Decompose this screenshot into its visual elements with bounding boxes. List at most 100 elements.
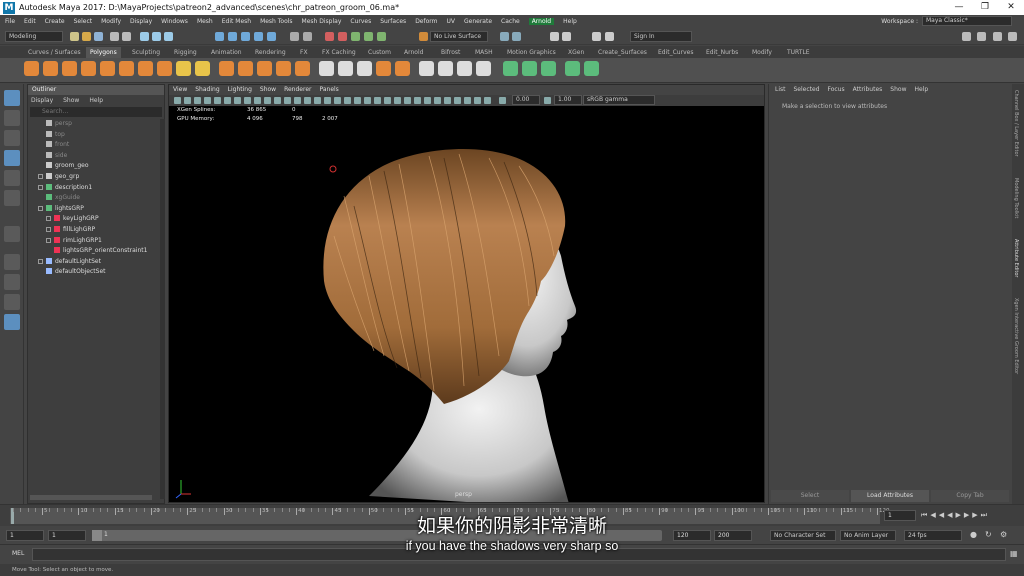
attr-menu-focus[interactable]: Focus <box>828 84 845 95</box>
ambient-occlusion-icon[interactable] <box>354 97 361 104</box>
outliner-scrollbar[interactable] <box>160 119 165 499</box>
poly-disc-icon[interactable] <box>138 61 153 76</box>
expand-icon[interactable] <box>38 205 43 211</box>
attr-menu-help[interactable]: Help <box>914 84 928 95</box>
menu-edit[interactable]: Edit <box>24 18 36 25</box>
resolution-gate-icon[interactable] <box>234 97 241 104</box>
outliner-item[interactable]: xgGuide <box>46 193 80 203</box>
outliner-item[interactable]: lightsGRP <box>38 204 84 214</box>
redo-icon[interactable] <box>122 32 131 41</box>
scale-tool-icon[interactable] <box>4 190 20 206</box>
isolate-select-icon[interactable] <box>394 97 401 104</box>
select-camera-icon[interactable] <box>174 97 181 104</box>
poly-platonic-icon[interactable] <box>157 61 172 76</box>
side-tab-attribute-editor[interactable]: Attribute Editor <box>1013 239 1019 277</box>
shelf-tab-edit-curves[interactable]: Edit_Curves <box>654 47 697 58</box>
combine-icon[interactable] <box>219 61 234 76</box>
snap-view-plane-icon[interactable] <box>254 32 263 41</box>
render-settings-icon[interactable] <box>351 32 360 41</box>
construction-history-icon[interactable] <box>303 32 312 41</box>
outliner-layout-icon[interactable] <box>4 314 20 330</box>
snap-point-icon[interactable] <box>241 32 250 41</box>
poly-cone-icon[interactable] <box>81 61 96 76</box>
undo-icon[interactable] <box>110 32 119 41</box>
menu-display[interactable]: Display <box>130 18 152 25</box>
smooth-icon[interactable] <box>257 61 272 76</box>
menu-cache[interactable]: Cache <box>501 18 520 25</box>
use-all-lights-icon[interactable] <box>334 97 341 104</box>
lasso-tool-icon[interactable] <box>4 110 20 126</box>
exposure-icon[interactable] <box>444 97 451 104</box>
menu-mesh[interactable]: Mesh <box>197 18 213 25</box>
toggle-channel-box-icon[interactable] <box>1008 32 1017 41</box>
menu-curves[interactable]: Curves <box>350 18 371 25</box>
viewport-menu-renderer[interactable]: Renderer <box>284 85 311 95</box>
expand-icon[interactable] <box>38 258 43 264</box>
motion-blur-icon[interactable] <box>364 97 371 104</box>
safe-title-icon[interactable] <box>274 97 281 104</box>
quad-draw-icon[interactable] <box>476 61 491 76</box>
view-transform-dropdown[interactable]: sRGB gamma <box>583 95 655 105</box>
toggle-attribute-editor-icon[interactable] <box>977 32 986 41</box>
shelf-tab-rendering[interactable]: Rendering <box>251 47 290 58</box>
close-button[interactable]: ✕ <box>998 0 1024 15</box>
snap-grid-icon[interactable] <box>215 32 224 41</box>
menu-edit-mesh[interactable]: Edit Mesh <box>222 18 251 25</box>
gamma-field[interactable]: 1.00 <box>554 95 582 105</box>
minimize-button[interactable]: — <box>946 0 972 15</box>
ipr-render-icon[interactable] <box>338 32 347 41</box>
sidebar-toggle-icon[interactable] <box>592 32 601 41</box>
viewport-panel[interactable]: View Shading Lighting Show Renderer Pane… <box>168 84 765 503</box>
shelf-tab-rigging[interactable]: Rigging <box>170 47 201 58</box>
gate-mask-icon[interactable] <box>244 97 251 104</box>
poly-cube-icon[interactable] <box>43 61 58 76</box>
default-material-icon[interactable] <box>304 97 311 104</box>
select-hierarchy-icon[interactable] <box>140 32 149 41</box>
select-by-name-icon[interactable] <box>562 32 571 41</box>
outliner-menu-display[interactable]: Display <box>31 95 53 106</box>
outliner-item[interactable]: top <box>46 130 65 140</box>
exposure-field[interactable]: 0.00 <box>512 95 540 105</box>
menu-create[interactable]: Create <box>45 18 65 25</box>
multisample-icon[interactable] <box>374 97 381 104</box>
side-tab-modeling-toolkit[interactable]: Modeling Toolkit <box>1013 178 1019 218</box>
attr-menu-list[interactable]: List <box>775 84 786 95</box>
menu-select[interactable]: Select <box>74 18 93 25</box>
hypershade-icon[interactable] <box>364 32 373 41</box>
menu-generate[interactable]: Generate <box>464 18 492 25</box>
menu-surfaces[interactable]: Surfaces <box>380 18 406 25</box>
shelf-tab-modify[interactable]: Modify <box>748 47 776 58</box>
side-tab-xgen-groom-editor[interactable]: Xgen Interactive Groom Editor <box>1013 298 1019 374</box>
shelf-tab-curves-surfaces[interactable]: Curves / Surfaces <box>24 47 85 58</box>
outliner-menu-help[interactable]: Help <box>89 95 103 106</box>
maximize-button[interactable]: ❐ <box>972 0 998 15</box>
last-tool-icon[interactable] <box>4 226 20 242</box>
live-surface-dropdown[interactable]: No Live Surface <box>430 31 488 42</box>
gamma-icon[interactable] <box>454 97 461 104</box>
viewport-menu-view[interactable]: View <box>173 85 187 95</box>
smooth-shade-icon[interactable] <box>294 97 301 104</box>
expand-icon[interactable] <box>38 184 43 190</box>
bridge-icon[interactable] <box>338 61 353 76</box>
toggle-modeling-toolkit-icon[interactable] <box>962 32 971 41</box>
menu-deform[interactable]: Deform <box>415 18 437 25</box>
separate-icon[interactable] <box>238 61 253 76</box>
outliner-search-input[interactable]: Search... <box>30 107 162 117</box>
grid-icon[interactable] <box>214 97 221 104</box>
uv-cylindrical-icon[interactable] <box>522 61 537 76</box>
two-pane-icon[interactable] <box>4 294 20 310</box>
color-management-icon[interactable] <box>474 97 481 104</box>
poly-sphere-icon[interactable] <box>24 61 39 76</box>
move-tool-icon[interactable] <box>4 150 20 166</box>
exposure-reset-icon[interactable] <box>499 97 506 104</box>
toggle-tool-settings-icon[interactable] <box>993 32 1002 41</box>
xray-joints-icon[interactable] <box>414 97 421 104</box>
snap-curve-icon[interactable] <box>228 32 237 41</box>
attr-menu-selected[interactable]: Selected <box>794 84 820 95</box>
menu-modify[interactable]: Modify <box>101 18 121 25</box>
history-icon[interactable] <box>290 32 299 41</box>
mirror-icon[interactable] <box>295 61 310 76</box>
magnet-icon[interactable] <box>419 32 428 41</box>
outliner-item[interactable]: persp <box>46 119 72 129</box>
shelf-tab-arnold[interactable]: Arnold <box>400 47 427 58</box>
